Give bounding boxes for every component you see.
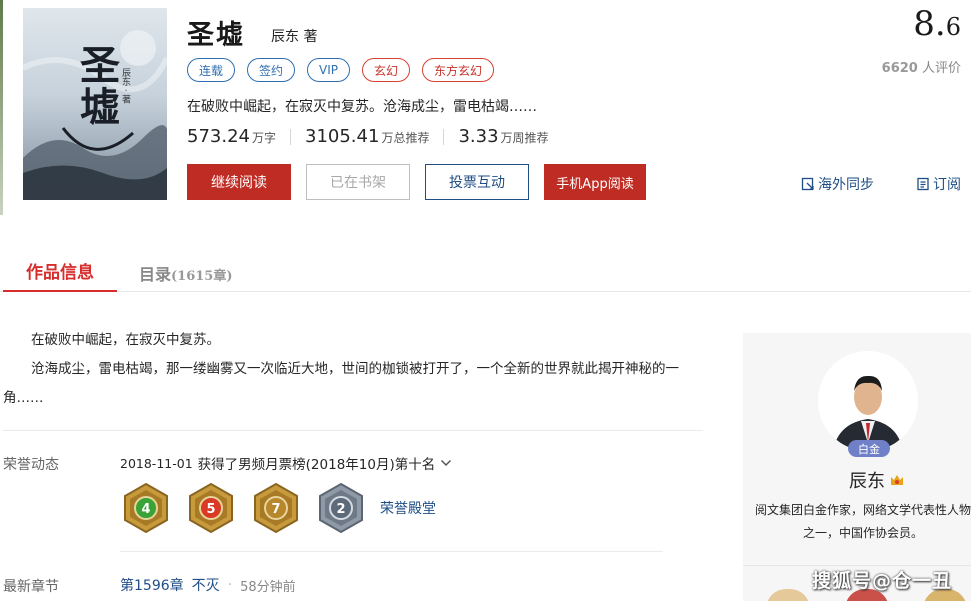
book-stats: 573.24 万字 3105.41 万总推荐 3.33 万周推荐 [187,126,549,147]
content-tabs: 作品信息 目录(1615章) [0,250,971,292]
author-bio: 阅文集团白金作家，网络文学代表性人物之一，中国作协会员。 [755,503,971,540]
honors-label: 荣誉动态 [3,457,59,473]
weekly-recommend-value: 3.33 [458,126,499,147]
medal-icon[interactable]: 4 [121,482,171,534]
author-name: 辰东 [849,471,885,492]
platinum-badge: 白金 [848,440,890,457]
stat-separator [443,128,445,145]
author-photo [818,351,918,451]
book-description: 在破败中崛起，在寂灭中复苏。 沧海成尘，雷电枯竭，那一缕幽雾又一次临近大地，世间… [3,326,705,413]
author-name-row[interactable]: 辰东 [849,467,905,493]
total-recommend-value: 3105.41 [305,126,380,147]
honor-date: 2018-11-01 [120,455,193,471]
tag-vip[interactable]: VIP [307,58,351,82]
latest-chapter-label: 最新章节 [3,579,59,595]
honor-hall-link[interactable]: 荣誉殿堂 [380,498,436,518]
in-shelf-button[interactable]: 已在书架 [306,164,410,200]
crown-icon [891,475,903,485]
tab-catalog[interactable]: 目录(1615章) [139,261,233,285]
document-icon [917,177,929,191]
section-divider [3,430,703,431]
intro-short: 在破败中崛起，在寂灭中复苏。沧海成尘，雷电枯竭…… [187,99,537,115]
honor-text: 获得了男频月票榜(2018年10月)第十名 [197,457,436,473]
total-recommend-unit: 万总推荐 [381,131,430,145]
cover-author: 辰东 · 著 [120,68,130,104]
author-card: 白金 辰东 阅文集团白金作家，网络文学代表性人物之一，中国作协会员。 [743,333,971,601]
chevron-down-icon [441,459,452,467]
cover-title: 圣墟 [73,44,120,128]
medal-number: 2 [336,502,345,517]
tag-serializing[interactable]: 连载 [187,58,236,82]
vote-button[interactable]: 投票互动 [425,164,529,200]
app-read-button[interactable]: 手机App阅读 [544,164,646,200]
tab-book-info[interactable]: 作品信息 [3,250,117,292]
weekly-recommend-unit: 万周推荐 [500,131,549,145]
description-line: 沧海成尘，雷电枯竭，那一缕幽雾又一次临近大地，世间的枷锁被打开了，一个全新的世界… [3,361,679,406]
score-decimal: 6 [945,13,961,41]
book-title: 圣墟 [187,20,245,51]
tag-fantasy[interactable]: 玄幻 [362,58,411,82]
overseas-sync-label: 海外同步 [818,177,874,193]
overseas-sync-link[interactable]: 海外同步 [801,174,874,194]
watermark: 搜狐号@仓一丑 [812,570,953,592]
stat-separator [290,128,291,145]
latest-chapter-title[interactable]: 不灭 [192,575,220,595]
word-count-unit: 万字 [251,131,276,145]
latest-chapter-time: 58分钟前 [240,579,296,595]
medal-icon[interactable]: 7 [251,482,301,534]
score-integer: 8. [913,4,946,44]
medal-icon[interactable]: 2 [316,482,366,534]
honor-dropdown[interactable]: 2018-11-01 获得了男频月票榜(2018年10月)第十名 [120,453,452,473]
rating-count: 6620 人评价 [882,57,961,76]
author-avatar[interactable] [818,351,918,451]
tag-list: 连载 签约 VIP 玄幻 东方玄幻 [187,58,495,82]
book-author[interactable]: 辰东 著 [271,26,317,46]
section-divider [120,551,663,552]
latest-chapter[interactable]: 第1596章 不灭 · 58分钟前 [120,575,296,595]
description-line: 在破败中崛起，在寂灭中复苏。 [31,332,220,348]
medal-number: 5 [206,502,215,517]
medal-icon[interactable]: 5 [186,482,236,534]
medal-number: 7 [271,502,280,517]
rating-count-number: 6620 [881,61,918,76]
left-edge-strip [0,0,3,215]
overseas-sync-icon [801,177,814,191]
tab-catalog-count: (1615章) [171,269,233,284]
subscribe-label: 订阅 [933,177,961,193]
book-cover[interactable]: 圣墟 辰东 · 著 [23,8,167,200]
word-count-value: 573.24 [187,126,250,147]
separator-dot: · [227,577,233,593]
latest-chapter-number[interactable]: 第1596章 [120,575,184,595]
subscribe-link[interactable]: 订阅 [916,174,961,194]
tab-catalog-label: 目录 [139,265,172,284]
rating-score: 8.6 [913,4,961,44]
tag-eastern-fantasy[interactable]: 东方玄幻 [422,58,495,82]
tag-signed[interactable]: 签约 [247,58,296,82]
medal-number: 4 [141,502,150,517]
rating-count-suffix: 人评价 [917,61,961,76]
continue-reading-button[interactable]: 继续阅读 [187,164,291,200]
